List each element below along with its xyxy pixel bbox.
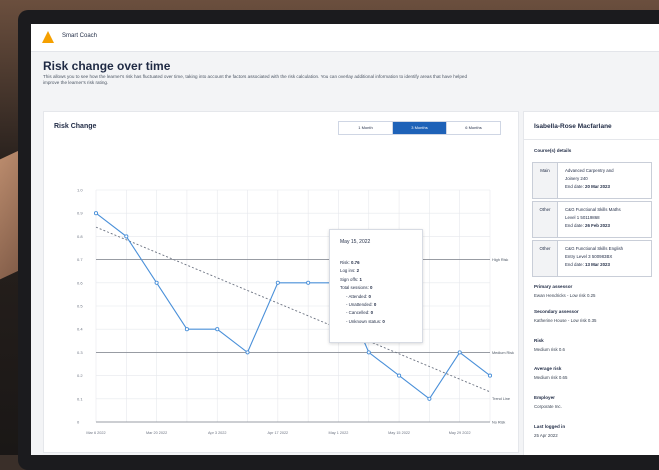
data-point-tooltip: May 15, 2022 Risk: 0.76 Log ins: 2 Sign … (329, 229, 423, 343)
tooltip-details: Risk: 0.76 Log ins: 2 Sign offs: 1 Total… (340, 259, 385, 326)
reference-line-label: Medium Risk (492, 351, 514, 355)
course-item[interactable]: Other C&G Functional Skills Maths Level … (532, 201, 652, 238)
course-name: Advanced Carpentry and (565, 168, 614, 173)
data-point (154, 280, 159, 285)
tooltip-logins: Log ins: 2 (340, 268, 360, 274)
data-point (184, 327, 189, 332)
course-item[interactable]: Main Advanced Carpentry and Joinery 240 … (532, 162, 652, 199)
y-tick-label: 0 (77, 420, 80, 425)
page-description: This allows you to see how the learner's… (43, 74, 467, 85)
data-point (306, 280, 311, 285)
data-point (93, 211, 99, 216)
data-point (215, 327, 220, 332)
y-tick-label: 0.2 (77, 373, 83, 378)
reference-line-label: No Risk (492, 421, 505, 425)
last-logged-in-label: Last logged in (534, 424, 566, 429)
secondary-assessor-label: Secondary assessor (534, 309, 579, 314)
tooltip-unknown-status: - Unknown status: 0 (346, 318, 385, 324)
average-risk-label: Average risk (534, 366, 562, 371)
course-name: C&G Functional Skills English (565, 246, 624, 251)
employer-value: Corporate Inc. (534, 404, 562, 409)
learner-details-panel: Isabella-Rose Macfarlane Course(s) detai… (523, 111, 659, 455)
y-tick-label: 0.3 (77, 350, 83, 355)
x-tick-label: Apr 17 2022 (267, 431, 288, 435)
course-name: Level 1 50119868 (565, 215, 600, 221)
course-type: Other (533, 202, 558, 237)
course-item[interactable]: Other C&G Functional Skills English Entr… (532, 240, 652, 277)
risk-value: Medium risk 0.6 (534, 347, 565, 352)
primary-assessor-value: Ewan Hendricks - Low risk 0.25 (534, 293, 596, 298)
x-tick-label: May 1 2022 (329, 431, 349, 435)
data-point (245, 350, 250, 355)
data-point (487, 373, 493, 378)
divider (524, 139, 659, 140)
data-point (366, 350, 371, 355)
x-tick-label: May 15 2022 (388, 431, 410, 435)
y-tick-label: 0.8 (77, 234, 83, 239)
tooltip-date: May 15, 2022 (340, 239, 371, 245)
learner-name: Isabella-Rose Macfarlane (534, 123, 612, 130)
course-end-date: End date: 26 Feb 2023 (565, 223, 610, 229)
y-tick-label: 0.4 (77, 327, 83, 332)
course-type: Other (533, 241, 558, 276)
y-tick-label: 1.0 (77, 188, 83, 193)
tooltip-signoffs: Sign offs: 1 (340, 276, 362, 282)
secondary-assessor-value: Katherine House - Low risk 0.35 (534, 318, 597, 323)
tooltip-cancelled: - Cancelled: 0 (346, 310, 374, 316)
trend-line (95, 226, 491, 393)
tooltip-unattended: - Unattended: 0 (346, 302, 377, 308)
app-logo-icon[interactable] (42, 31, 54, 43)
risk-label: Risk (534, 338, 544, 343)
last-logged-in-value: 25 Apr 2022 (534, 433, 558, 438)
courses-heading: Course(s) details (534, 148, 572, 153)
data-point (457, 350, 462, 355)
x-tick-label: May 29 2022 (449, 431, 471, 435)
course-type: Main (533, 163, 558, 198)
top-bar: Smart Coach (31, 24, 659, 52)
y-tick-label: 0.7 (77, 257, 83, 262)
tooltip-attended: - Attended: 0 (346, 293, 371, 299)
risk-line-chart: 1.0 0.9 0.8 0.7 0.6 0.5 0.4 0.3 0.2 0.1 0 Mar 6 202… (77, 188, 514, 436)
data-point (124, 234, 129, 239)
y-tick-label: 0.9 (77, 211, 83, 216)
trend-line-label: Trend Line (492, 397, 510, 401)
average-risk-value: Medium risk 0.65 (534, 375, 568, 380)
course-name: C&G Functional Skills Maths (565, 207, 621, 212)
data-point (275, 280, 280, 285)
risk-change-card: Risk Change 1 Month 3 Months 6 Months 1.… (43, 111, 519, 453)
course-name: Joinery 240 (565, 176, 588, 182)
y-tick-label: 0.5 (77, 304, 83, 309)
x-tick-label: Apr 3 2022 (208, 431, 227, 435)
tooltip-risk: Risk: 0.76 (340, 260, 360, 265)
course-end-date: End date: 20 Mar 2023 (565, 184, 610, 190)
app-name: Smart Coach (62, 33, 98, 39)
x-tick-label: Mar 20 2022 (146, 431, 167, 435)
app-screen: Smart Coach Risk change over time This a… (31, 24, 659, 455)
y-tick-label: 0.1 (77, 396, 83, 401)
data-point (427, 396, 432, 401)
employer-label: Employer (534, 395, 555, 400)
course-end-date: End date: 13 Mar 2023 (565, 262, 610, 268)
page-title: Risk change over time (43, 59, 171, 73)
course-name: Entry Level 3 500983BX (565, 254, 613, 260)
y-tick-label: 0.6 (77, 280, 83, 285)
reference-line-label: High Risk (492, 258, 508, 262)
tooltip-sessions: Total sessions: 0 (340, 285, 373, 291)
x-tick-label: Mar 6 2022 (86, 431, 105, 435)
data-point (397, 373, 402, 378)
primary-assessor-label: Primary assessor (534, 284, 573, 289)
